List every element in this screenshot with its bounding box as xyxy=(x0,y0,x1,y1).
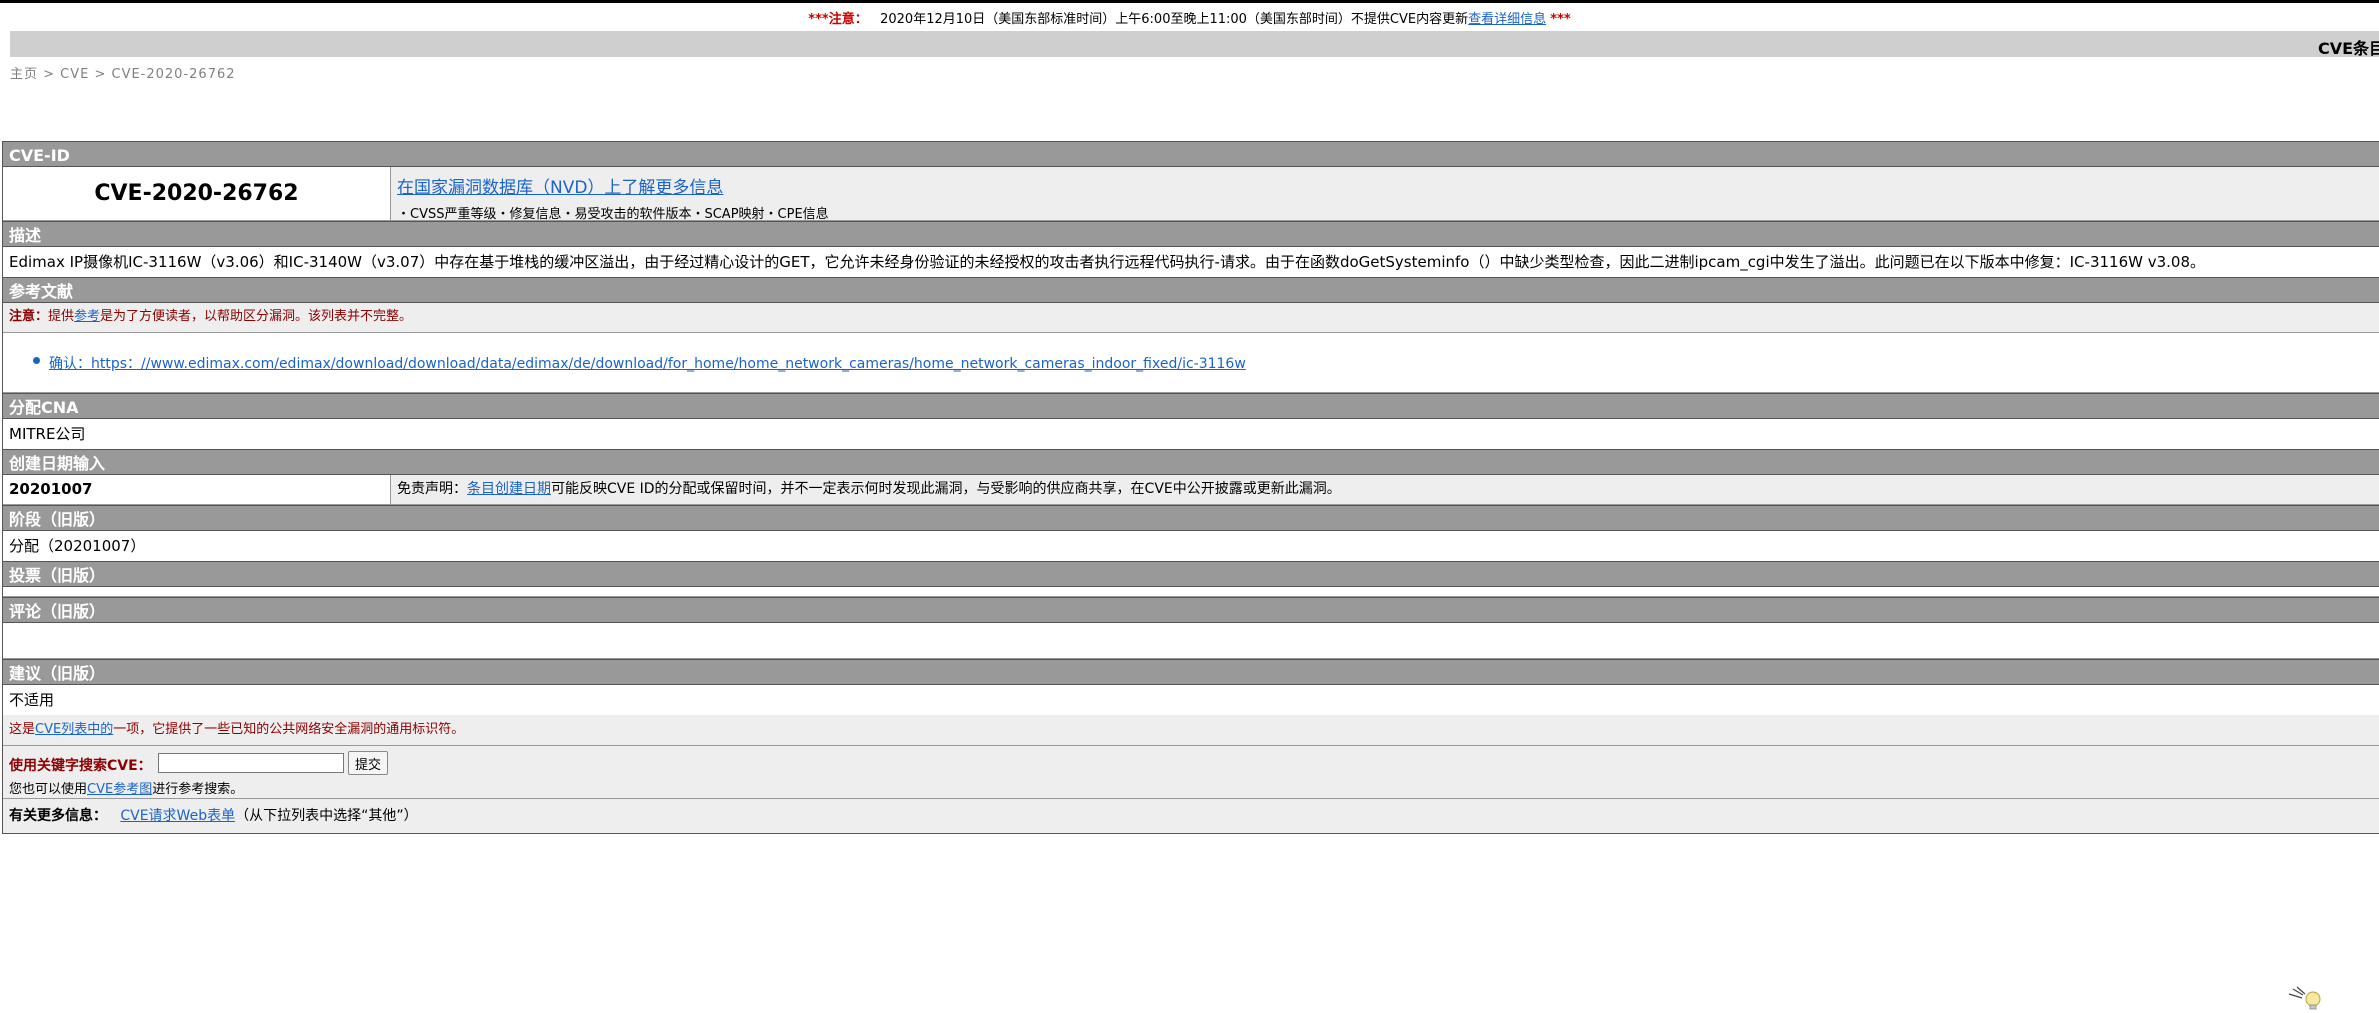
references-note-post: 是为了方便读者，以帮助区分漏洞。该列表并不完整。 xyxy=(100,309,413,324)
more-info-post: （从下拉列表中选择“其他”） xyxy=(235,808,418,824)
search-section: 使用关键字搜索CVE： 提交 您也可以使用CVE参考图进行参考搜索。 xyxy=(3,746,2379,799)
request-form-link[interactable]: CVE请求Web表单 xyxy=(120,808,235,824)
cve-id-header: CVE-ID xyxy=(3,141,2379,167)
notice-suffix: *** xyxy=(1550,12,1571,27)
cve-id: CVE-2020-26762 xyxy=(3,167,391,220)
search-input[interactable] xyxy=(158,753,344,773)
references-list: 确认：https：//www.edimax.com/edimax/downloa… xyxy=(3,333,2379,393)
references-note: 注意：提供参考是为了方便读者，以帮助区分漏洞。该列表并不完整。 xyxy=(3,303,2379,333)
cve-list-note: 这是CVE列表中的一项，它提供了一些已知的公共网络安全漏洞的通用标识符。 xyxy=(3,715,2379,746)
submit-button[interactable]: 提交 xyxy=(348,751,389,775)
search-label: 使用关键字搜索CVE： xyxy=(9,758,152,774)
more-info-row: 有关更多信息： CVE请求Web表单（从下拉列表中选择“其他”） xyxy=(3,799,2379,833)
ref-map-pre: 您也可以使用 xyxy=(9,782,88,797)
votes-value xyxy=(3,587,2379,597)
description-header: 描述 xyxy=(3,221,2379,247)
cve-list-pre: 这是 xyxy=(9,722,36,737)
notice-details-link[interactable]: 查看详细信息 xyxy=(1468,12,1546,27)
comments-value xyxy=(3,623,2379,659)
proposal-value: 不适用 xyxy=(3,685,2379,715)
notice-text: 2020年12月10日（美国东部标准时间）上午6:00至晚上11:00（美国东部… xyxy=(880,12,1469,27)
phase-header: 阶段（旧版） xyxy=(3,505,2379,531)
date-header: 创建日期输入 xyxy=(3,449,2379,475)
reference-map-note: 您也可以使用CVE参考图进行参考搜索。 xyxy=(9,778,243,797)
page-title: CVE条目 xyxy=(2318,39,2379,58)
date-value: 20201007 xyxy=(3,475,391,504)
page-header-bar: CVE条目 xyxy=(10,31,2379,58)
cna-header: 分配CNA xyxy=(3,393,2379,419)
breadcrumb: 主页 > CVE > CVE-2020-26762 xyxy=(10,67,236,82)
disclaimer-post: 可能反映CVE ID的分配或保留时间，并不一定表示何时发现此漏洞，与受影响的供应… xyxy=(551,481,1341,497)
maintenance-notice: ***注意： 2020年12月10日（美国东部标准时间）上午6:00至晚上11:… xyxy=(0,8,2379,27)
nvd-info: 在国家漏洞数据库（NVD）上了解更多信息 ・CVSS严重等级・修复信息・易受攻击… xyxy=(391,167,2379,220)
references-note-link[interactable]: 参考 xyxy=(74,309,100,324)
top-border xyxy=(0,0,2379,3)
votes-header: 投票（旧版） xyxy=(3,561,2379,587)
phase-value: 分配（20201007） xyxy=(3,531,2379,561)
comments-header: 评论（旧版） xyxy=(3,597,2379,623)
references-note-pre: 提供 xyxy=(48,309,75,324)
ref-map-post: 进行参考搜索。 xyxy=(152,782,244,797)
proposal-header: 建议（旧版） xyxy=(3,659,2379,685)
description-text: Edimax IP摄像机IC-3116W（v3.06）和IC-3140W（v3.… xyxy=(3,247,2379,277)
disclaimer-pre: 免责声明： xyxy=(397,481,467,497)
date-disclaimer: 免责声明：条目创建日期可能反映CVE ID的分配或保留时间，并不一定表示何时发现… xyxy=(391,475,2379,504)
list-bullet xyxy=(33,357,40,364)
date-row: 20201007 免责声明：条目创建日期可能反映CVE ID的分配或保留时间，并… xyxy=(3,475,2379,505)
cna-value: MITRE公司 xyxy=(3,419,2379,449)
nvd-link[interactable]: 在国家漏洞数据库（NVD）上了解更多信息 xyxy=(397,178,723,198)
cve-id-row: CVE-2020-26762 在国家漏洞数据库（NVD）上了解更多信息 ・CVS… xyxy=(3,167,2379,221)
entry-date-link[interactable]: 条目创建日期 xyxy=(467,481,551,497)
reference-link[interactable]: 确认：https：//www.edimax.com/edimax/downloa… xyxy=(49,353,1246,373)
nvd-subtext: ・CVSS严重等级・修复信息・易受攻击的软件版本・SCAP映射・CPE信息 xyxy=(397,207,829,220)
reference-map-link[interactable]: CVE参考图 xyxy=(87,782,152,797)
lightbulb-icon xyxy=(2288,986,2321,1010)
references-header: 参考文献 xyxy=(3,277,2379,303)
cve-list-link[interactable]: CVE列表中的 xyxy=(35,722,113,737)
cve-entry-table: CVE-ID CVE-2020-26762 在国家漏洞数据库（NVD）上了解更多… xyxy=(2,141,2379,834)
notice-prefix: ***注意： xyxy=(808,12,868,27)
references-note-label: 注意： xyxy=(9,309,49,324)
more-info-label: 有关更多信息： xyxy=(9,808,107,824)
cve-list-post: 一项，它提供了一些已知的公共网络安全漏洞的通用标识符。 xyxy=(113,722,465,737)
